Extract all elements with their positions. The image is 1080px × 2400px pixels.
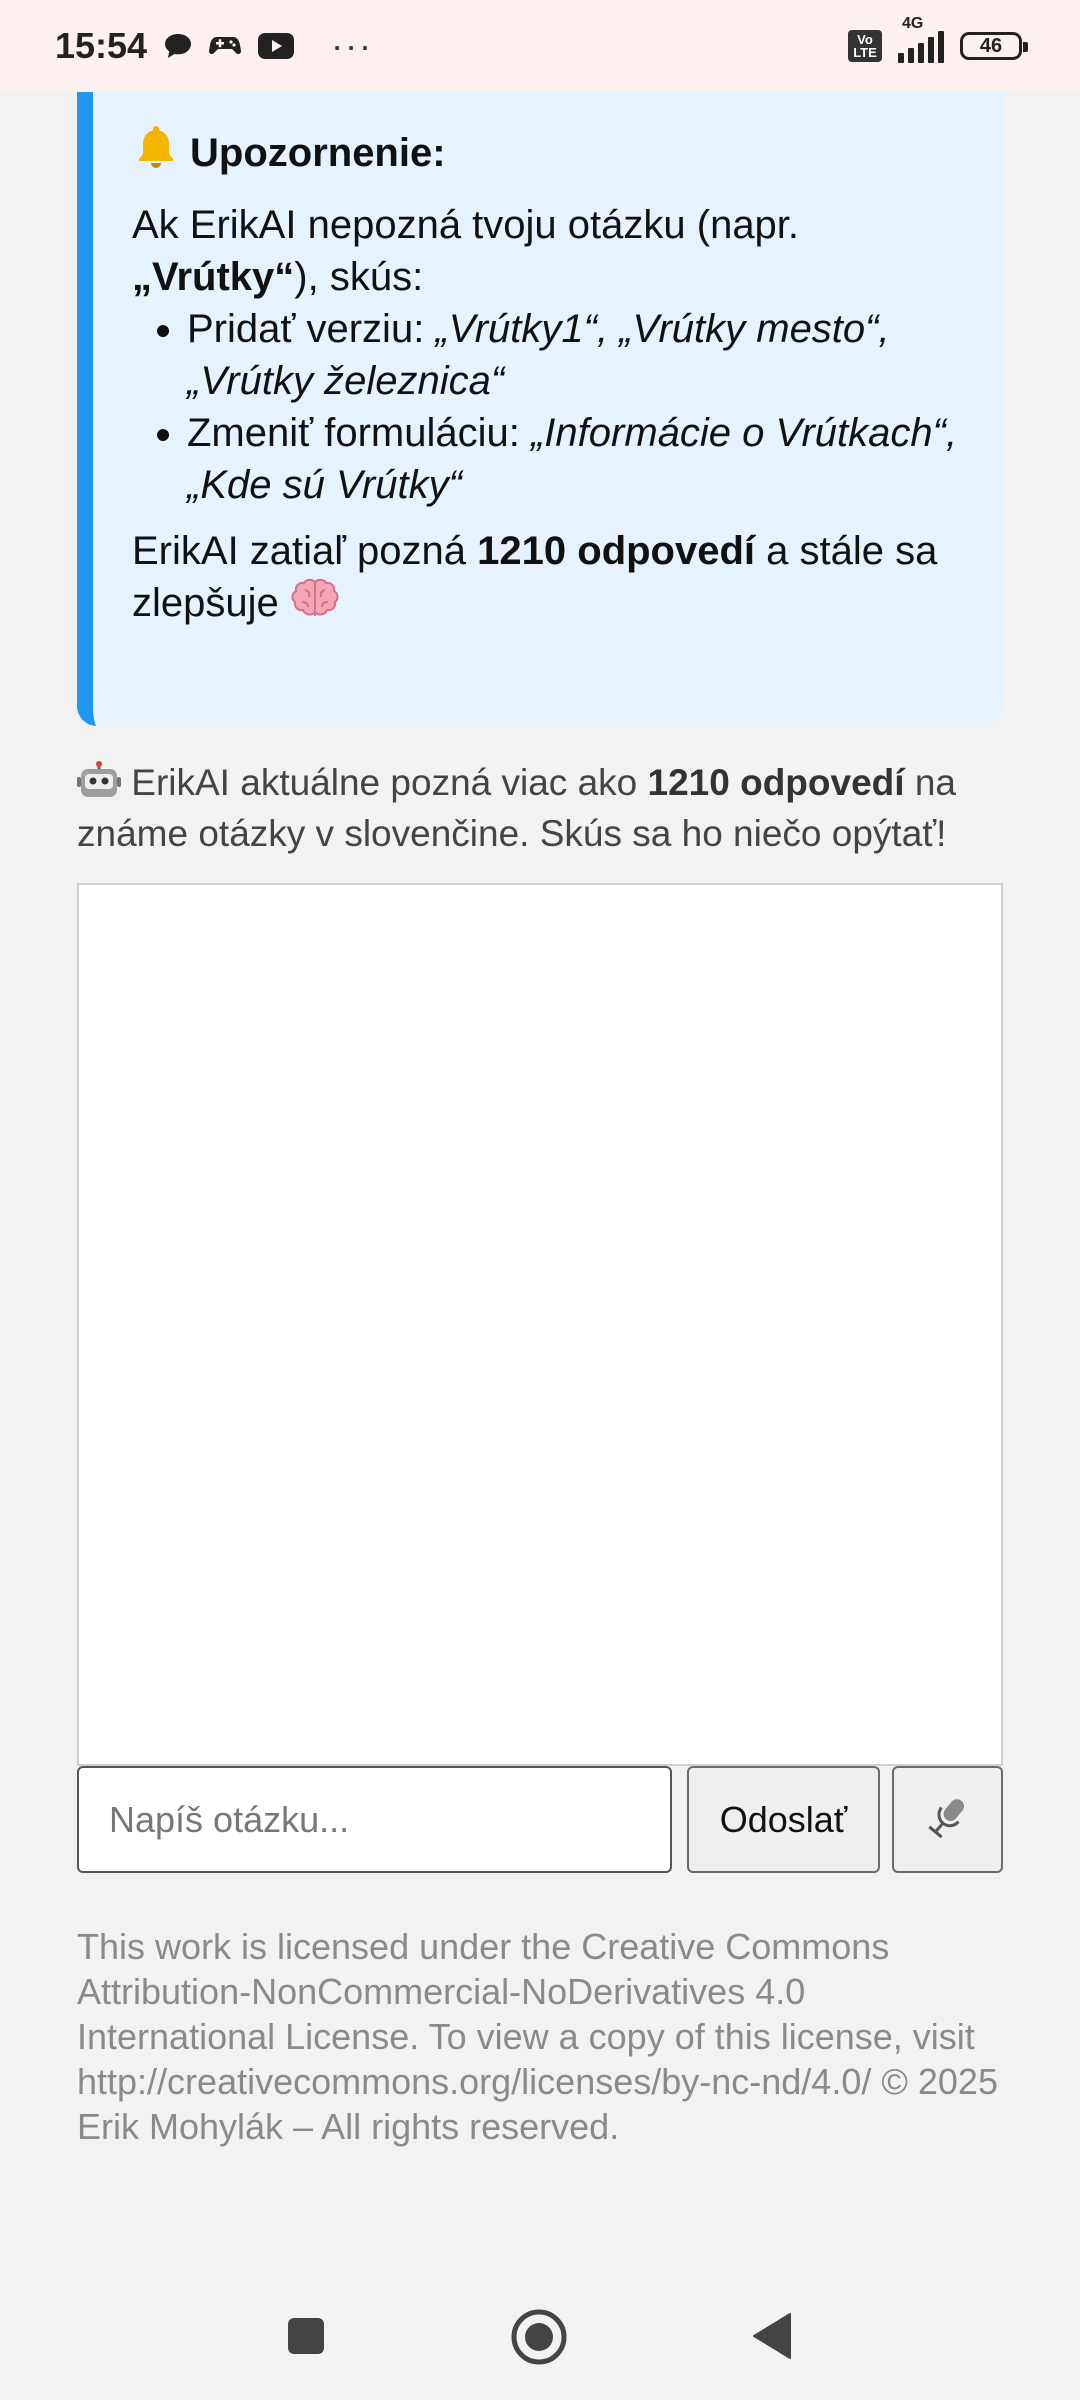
- intro-prefix: ErikAI aktuálne pozná viac ako: [131, 762, 648, 803]
- square-icon: [286, 2316, 326, 2361]
- microphone-button[interactable]: [892, 1766, 1003, 1873]
- status-bar-left: 15:54 ···: [55, 25, 373, 67]
- tip-label: Pridať verziu:: [187, 307, 436, 351]
- send-button-label: Odoslať: [719, 1798, 848, 1840]
- input-row: Odoslať: [77, 1766, 1003, 1873]
- brain-icon: [290, 578, 340, 633]
- home-circle-icon: [510, 2308, 568, 2371]
- list-item: Pridať verziu: „Vrútky1“, „Vrútky mesto“…: [187, 303, 963, 407]
- notice-intro: Ak ErikAI nepozná tvoju otázku (napr. „V…: [132, 199, 963, 303]
- system-nav-bar: [0, 2280, 1080, 2390]
- status-bar: 15:54 ··· Vo LTE 4G 46: [0, 0, 1080, 92]
- notice-example: „Vrútky“: [132, 255, 295, 299]
- notice-intro-prefix: Ak ErikAI nepozná tvoju otázku (napr.: [132, 203, 800, 247]
- notice-stat: ErikAI zatiaľ pozná 1210 odpovedí a stál…: [132, 525, 963, 633]
- status-bar-right: Vo LTE 4G 46: [848, 15, 1028, 63]
- tip-label: Zmeniť formuláciu:: [187, 411, 531, 455]
- signal-icon: 4G: [898, 15, 944, 63]
- notice-title: Upozornenie:: [132, 122, 963, 183]
- bell-icon: [132, 122, 180, 183]
- more-notifications-icon: ···: [331, 25, 374, 66]
- status-time: 15:54: [55, 25, 148, 66]
- youtube-icon: [257, 32, 295, 60]
- volte-icon: Vo LTE: [848, 30, 882, 62]
- chat-bubble-icon: [163, 32, 193, 60]
- question-input[interactable]: [77, 1766, 672, 1873]
- send-button[interactable]: Odoslať: [687, 1766, 880, 1873]
- network-type: 4G: [902, 15, 924, 32]
- back-triangle-icon: [752, 2312, 792, 2365]
- microphone-icon: [925, 1794, 971, 1845]
- gamepad-icon: [209, 34, 242, 58]
- notice-title-text: Upozornenie:: [190, 130, 446, 175]
- recents-button[interactable]: [284, 2316, 328, 2360]
- robot-icon: [77, 761, 121, 811]
- chat-messages-area[interactable]: [77, 883, 1003, 1766]
- intro-text: ErikAI aktuálne pozná viac ako 1210 odpo…: [77, 760, 1007, 856]
- intro-count: 1210 odpovedí: [647, 762, 905, 803]
- notice-card: Upozornenie: Ak ErikAI nepozná tvoju otá…: [77, 92, 1003, 726]
- stat-prefix: ErikAI zatiaľ pozná: [132, 529, 478, 573]
- notice-intro-suffix: ), skús:: [294, 255, 424, 299]
- home-button[interactable]: [510, 2308, 568, 2371]
- license-text: This work is licensed under the Creative…: [77, 1926, 998, 2147]
- stat-count: 1210 odpovedí: [477, 529, 756, 573]
- battery-level: 46: [979, 34, 1003, 57]
- notice-tips-list: Pridať verziu: „Vrútky1“, „Vrútky mesto“…: [132, 303, 963, 511]
- battery-icon: 46: [960, 32, 1028, 60]
- list-item: Zmeniť formuláciu: „Informácie o Vrútkac…: [187, 407, 963, 511]
- back-button[interactable]: [750, 2312, 794, 2365]
